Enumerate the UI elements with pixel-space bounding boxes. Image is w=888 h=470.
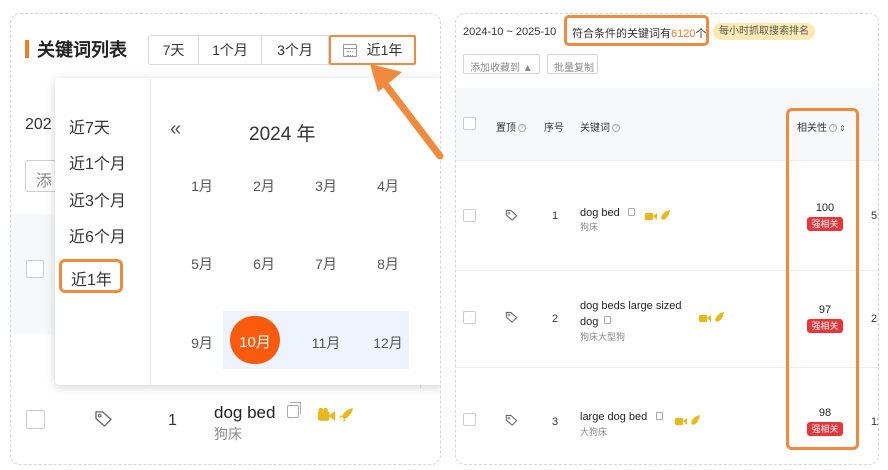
year-label: 2024 年 <box>249 124 316 145</box>
page-title: 关键词列表 <box>37 40 127 60</box>
header-keyword[interactable]: 关键词? <box>580 119 620 134</box>
annotation-arrow-icon <box>370 64 444 160</box>
row-index: 1 <box>552 210 559 222</box>
quick-option-3m[interactable]: 近3个月 <box>69 187 126 211</box>
row-index: 2 <box>552 313 559 325</box>
help-icon[interactable]: ? <box>612 124 620 133</box>
month-jul[interactable]: 7月 <box>301 254 351 274</box>
tag-icon[interactable] <box>505 414 518 426</box>
keyword-text: dog beds large sized <box>580 300 682 312</box>
matched-count: 6120 <box>671 28 696 40</box>
keyword-translation: 狗床 <box>580 222 599 232</box>
help-icon[interactable]: ? <box>518 124 526 133</box>
relevance-column-highlight <box>786 108 859 450</box>
video-rocket-badge-icon <box>675 415 700 425</box>
row-index: 1 <box>168 412 177 429</box>
copy-icon[interactable] <box>628 208 635 216</box>
keyword-translation: 狗床大型狗 <box>580 332 626 342</box>
keyword-translation: 狗床 <box>214 426 242 442</box>
prev-year-icon[interactable]: « <box>170 118 181 141</box>
video-rocket-badge-icon <box>645 210 670 220</box>
quick-range-list: 近7天 近1个月 近3个月 近6个月 近1年 <box>55 78 151 385</box>
quick-option-6m[interactable]: 近6个月 <box>69 223 126 247</box>
month-feb[interactable]: 2月 <box>239 176 289 196</box>
range-1m-button[interactable]: 1个月 <box>199 35 262 65</box>
clipped-value: 11, <box>871 416 878 428</box>
row-checkbox[interactable] <box>463 209 476 222</box>
row-checkbox[interactable] <box>463 311 476 324</box>
select-all-checkbox[interactable] <box>26 260 44 278</box>
quick-option-1y-selected[interactable]: 近1年 <box>59 259 123 293</box>
month-jan[interactable]: 1月 <box>177 176 227 196</box>
quick-option-1m[interactable]: 近1个月 <box>69 150 126 174</box>
keyword-text-line2: dog <box>580 316 599 328</box>
video-rocket-badge-icon <box>699 312 724 322</box>
month-dec[interactable]: 12月 <box>363 333 413 353</box>
range-7d-button[interactable]: 7天 <box>148 35 199 65</box>
calendar-icon <box>342 43 357 57</box>
keyword-translation: 大狗床 <box>580 427 608 437</box>
copy-icon[interactable] <box>656 412 663 420</box>
keyword-text: dog bed <box>580 207 620 219</box>
select-all-checkbox[interactable] <box>463 117 476 130</box>
add-favorite-button[interactable]: 添加收藏到 ▲ <box>463 54 540 74</box>
matched-count-text: 符合条件的关键词有6120个 <box>564 15 709 46</box>
hourly-rank-badge: 每小时抓取搜索排名 <box>713 23 815 40</box>
month-may[interactable]: 5月 <box>177 254 227 274</box>
month-nov[interactable]: 11月 <box>301 333 351 353</box>
matched-prefix: 符合条件的关键词有 <box>572 28 671 40</box>
title-accent-bar <box>25 40 29 58</box>
tag-icon[interactable] <box>94 410 113 427</box>
row-checkbox[interactable] <box>463 413 476 426</box>
right-panel: 2024-10 ~ 2025-10 符合条件的关键词有6120个 每小时抓取搜索… <box>455 13 879 465</box>
row-checkbox[interactable] <box>26 410 45 429</box>
month-jun[interactable]: 6月 <box>239 254 289 274</box>
quick-option-7d[interactable]: 近7天 <box>69 114 110 138</box>
clipped-value: 23 <box>871 313 878 325</box>
copy-icon[interactable] <box>287 402 301 418</box>
batch-copy-button[interactable]: 批量复制 <box>547 54 598 74</box>
keyword-text: large dog bed <box>580 411 648 423</box>
month-apr[interactable]: 4月 <box>363 176 413 196</box>
month-oct-selected[interactable]: 10月 <box>230 316 280 364</box>
keyword-text: dog bed <box>214 403 276 422</box>
tag-icon[interactable] <box>505 311 518 323</box>
month-mar[interactable]: 3月 <box>301 176 351 196</box>
month-aug[interactable]: 8月 <box>363 254 413 274</box>
row-index: 3 <box>552 416 559 428</box>
header-pin[interactable]: 置顶? <box>496 119 526 134</box>
matched-suffix: 个 <box>695 28 707 40</box>
header-index: 序号 <box>544 123 564 134</box>
date-range-text-partial: 202 <box>25 116 52 133</box>
clipped-value: 52, <box>871 210 878 222</box>
date-range-label: 2024-10 ~ 2025-10 <box>463 26 557 38</box>
screenshot-stage: 关键词列表 7天 1个月 3个月 近1年 202 添 1 dog bed 狗床 <box>0 0 888 470</box>
range-3m-button[interactable]: 3个月 <box>262 35 329 65</box>
copy-icon[interactable] <box>604 316 611 324</box>
video-badge-icon <box>317 407 336 421</box>
month-sep[interactable]: 9月 <box>177 333 227 353</box>
rocket-badge-icon <box>339 408 353 422</box>
tag-icon[interactable] <box>505 209 518 221</box>
